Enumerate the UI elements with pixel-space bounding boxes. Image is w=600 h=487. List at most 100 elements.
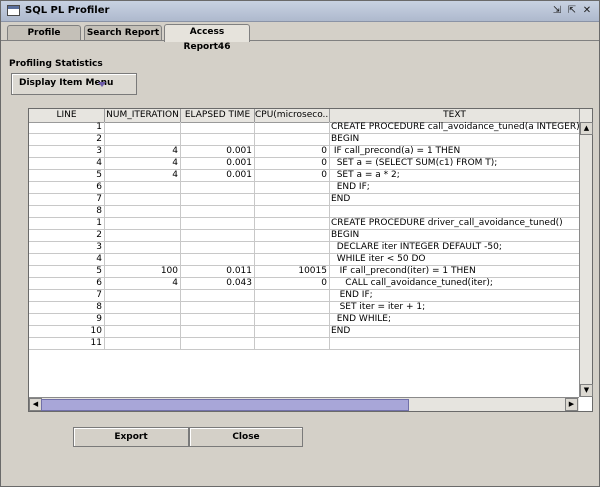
table-row[interactable]: 1 CREATE PROCEDURE call_avoidance_tuned(a… (29, 122, 579, 134)
cell-num-iteration: 4 (105, 170, 181, 182)
cell-line: 3 (29, 146, 105, 158)
cell-elapsed-time (181, 182, 255, 194)
column-header-text[interactable]: TEXT (330, 109, 579, 123)
cell-num-iteration: 4 (105, 146, 181, 158)
table-row[interactable]: 7 END (29, 194, 579, 206)
table-row[interactable]: 4 4 0.001 0 SET a = (SELECT SUM(c1) FROM T)… (29, 158, 579, 170)
window-icon (7, 5, 20, 16)
cell-cpu: 10015 (255, 266, 330, 278)
cell-text: BEGIN (330, 134, 579, 146)
cell-num-iteration: 4 (105, 278, 181, 290)
title-bar[interactable]: SQL PL Profiler ⇲ ⇱ ✕ (1, 1, 599, 22)
cell-num-iteration (105, 314, 181, 326)
tab-search-report[interactable]: Search Report (84, 25, 162, 41)
cell-cpu (255, 290, 330, 302)
cell-num-iteration (105, 122, 181, 134)
cell-cpu (255, 122, 330, 134)
close-button[interactable]: Close (189, 427, 303, 447)
cell-cpu: 0 (255, 170, 330, 182)
cell-elapsed-time: 0.001 (181, 146, 255, 158)
table-row[interactable]: 8 SET iter = iter + 1; (29, 302, 579, 314)
cell-num-iteration (105, 290, 181, 302)
table-row[interactable]: 5 100 0.011 10015 IF call_precond(iter) = 1… (29, 266, 579, 278)
cell-text: END (330, 326, 579, 338)
cell-elapsed-time (181, 122, 255, 134)
scroll-up-icon[interactable]: ▲ (580, 122, 593, 135)
cell-text: SET a = (SELECT SUM(c1) FROM T); (330, 158, 579, 170)
table-row[interactable]: 3 4 0.001 0 IF call_precond(a) = 1 THEN (29, 146, 579, 158)
cell-cpu (255, 242, 330, 254)
cell-num-iteration (105, 338, 181, 350)
cell-cpu (255, 326, 330, 338)
table-row[interactable]: 8 (29, 206, 579, 218)
cell-line: 4 (29, 254, 105, 266)
cell-text (330, 206, 579, 218)
cell-elapsed-time (181, 230, 255, 242)
cell-line: 2 (29, 230, 105, 242)
table-row[interactable]: 10 END (29, 326, 579, 338)
cell-cpu (255, 254, 330, 266)
cell-cpu (255, 218, 330, 230)
display-item-menu-button[interactable]: Display Item Menu (11, 73, 137, 95)
cell-num-iteration: 4 (105, 158, 181, 170)
cell-text: SET iter = iter + 1; (330, 302, 579, 314)
cell-elapsed-time: 0.043 (181, 278, 255, 290)
cell-cpu (255, 182, 330, 194)
cell-num-iteration (105, 194, 181, 206)
cell-line: 5 (29, 170, 105, 182)
cell-elapsed-time (181, 290, 255, 302)
cell-elapsed-time (181, 338, 255, 350)
table-row[interactable]: 1 CREATE PROCEDURE driver_call_avoidance_… (29, 218, 579, 230)
cell-text: CREATE PROCEDURE driver_call_avoidance_t… (330, 218, 579, 230)
table-row[interactable]: 3 DECLARE iter INTEGER DEFAULT -50; (29, 242, 579, 254)
cell-line: 8 (29, 302, 105, 314)
cell-cpu: 0 (255, 158, 330, 170)
window-title: SQL PL Profiler (25, 5, 110, 16)
cell-line: 2 (29, 134, 105, 146)
table-row[interactable]: 2 BEGIN (29, 134, 579, 146)
cell-text: END IF; (330, 182, 579, 194)
cell-line: 4 (29, 158, 105, 170)
table-row[interactable]: 6 4 0.043 0 CALL call_avoidance_tuned(iter)… (29, 278, 579, 290)
table-row[interactable]: 6 END IF; (29, 182, 579, 194)
close-icon[interactable]: ✕ (581, 5, 593, 16)
cell-elapsed-time (181, 314, 255, 326)
column-header-num-iteration[interactable]: NUM_ITERATION (105, 109, 181, 123)
cell-elapsed-time: 0.001 (181, 170, 255, 182)
cell-num-iteration (105, 326, 181, 338)
cell-line: 7 (29, 290, 105, 302)
cell-elapsed-time: 0.001 (181, 158, 255, 170)
cell-text: DECLARE iter INTEGER DEFAULT -50; (330, 242, 579, 254)
cell-num-iteration (105, 206, 181, 218)
tab-profile-setting[interactable]: Profile Setting (7, 25, 81, 53)
cell-text: CREATE PROCEDURE call_avoidance_tuned(a … (330, 122, 579, 134)
cell-elapsed-time (181, 254, 255, 266)
cell-text: END WHILE; (330, 314, 579, 326)
vertical-scrollbar[interactable]: ▲ ▼ (579, 122, 593, 397)
cell-num-iteration (105, 242, 181, 254)
cell-cpu (255, 302, 330, 314)
cell-num-iteration (105, 134, 181, 146)
table-row[interactable]: 9 END WHILE; (29, 314, 579, 326)
maximize-icon[interactable]: ⇱ (566, 5, 578, 16)
restore-icon[interactable]: ⇲ (551, 5, 563, 16)
scroll-down-icon[interactable]: ▼ (580, 384, 593, 397)
cell-text: IF call_precond(a) = 1 THEN (330, 146, 579, 158)
cell-line: 5 (29, 266, 105, 278)
cell-text: WHILE iter < 50 DO (330, 254, 579, 266)
scroll-right-icon[interactable]: ▶ (565, 398, 578, 411)
column-header-elapsed-time[interactable]: ELAPSED TIME (181, 109, 255, 123)
table-row[interactable]: 4 WHILE iter < 50 DO (29, 254, 579, 266)
column-header-cpu[interactable]: CPU(microseco... (255, 109, 330, 123)
horizontal-scrollbar[interactable]: ◀ ▶ (29, 397, 579, 411)
horizontal-scroll-thumb[interactable] (41, 399, 409, 411)
table-row[interactable]: 5 4 0.001 0 SET a = a * 2; (29, 170, 579, 182)
cell-cpu (255, 338, 330, 350)
table-row[interactable]: 7 END IF; (29, 290, 579, 302)
cell-line: 6 (29, 278, 105, 290)
table-row[interactable]: 2 BEGIN (29, 230, 579, 242)
table-row[interactable]: 11 (29, 338, 579, 350)
tab-access-report[interactable]: Access Report46 (164, 24, 250, 52)
export-button[interactable]: Export (73, 427, 189, 447)
column-header-line[interactable]: LINE (29, 109, 105, 123)
